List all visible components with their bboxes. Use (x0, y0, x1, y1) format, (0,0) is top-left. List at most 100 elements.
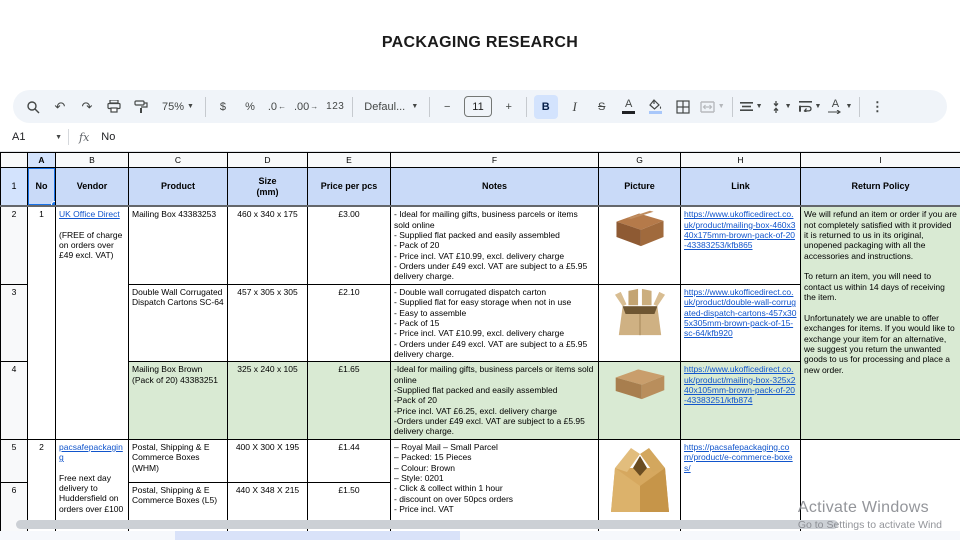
vendor-link[interactable]: UK Office Direct (59, 209, 120, 219)
horizontal-align-button[interactable]: ▼ (739, 95, 763, 119)
increase-font-size-button[interactable]: + (499, 95, 519, 119)
cell-notes[interactable]: - Double wall corrugated dispatch carton… (390, 283, 599, 363)
cell-picture[interactable] (598, 438, 681, 532)
header-cell-no[interactable]: No (27, 167, 56, 208)
text-wrap-button[interactable]: ▼ (798, 95, 821, 119)
cell-product[interactable]: Double Wall Corrugated Dispatch Cartons … (128, 283, 228, 363)
sheet-tab-highlight[interactable] (175, 531, 460, 540)
cell-size[interactable]: 460 x 340 x 175 (227, 205, 308, 285)
text-color-button[interactable]: A (619, 95, 639, 119)
row-header-5[interactable]: 5 (0, 438, 28, 483)
paint-bucket-icon (649, 99, 663, 114)
cell-return-policy[interactable] (800, 438, 960, 532)
product-link[interactable]: https://www.ukofficedirect.co.uk/product… (684, 209, 796, 250)
italic-button[interactable]: I (565, 95, 585, 119)
cell-return-policy[interactable]: We will refund an item or order if you a… (800, 205, 960, 440)
column-header-e[interactable]: E (307, 152, 391, 169)
cell-picture[interactable] (598, 205, 681, 285)
zoom-value: 75% (162, 100, 185, 113)
cell-link[interactable]: https://pacsafepackaging.com/product/e-c… (680, 438, 801, 532)
cell-picture[interactable] (598, 361, 681, 440)
text-rotation-icon: A (828, 99, 842, 114)
cell-notes[interactable]: - Ideal for mailing gifts, business parc… (390, 205, 599, 285)
select-all-corner[interactable] (0, 152, 28, 169)
column-header-i[interactable]: I (800, 152, 960, 169)
cell-notes[interactable]: – Royal Mail – Small Parcel – Packed: 15… (390, 438, 599, 532)
header-cell-size[interactable]: Size (mm) (227, 167, 308, 208)
merge-cells-button[interactable]: ▼ (699, 95, 725, 119)
cell-price[interactable]: £1.44 (307, 438, 391, 483)
text-rotation-button[interactable]: A ▼ (828, 95, 852, 119)
formula-input[interactable]: No (101, 131, 115, 143)
column-header-c[interactable]: C (128, 152, 228, 169)
fill-color-button[interactable] (646, 95, 666, 119)
cell-product[interactable]: Postal, Shipping & E Commerce Boxes (WHM… (128, 438, 228, 483)
name-box[interactable]: A1 ▼ (0, 131, 62, 143)
cell-picture[interactable] (598, 283, 681, 363)
fill-handle[interactable] (51, 201, 55, 205)
format-currency-button[interactable]: $ (213, 95, 233, 119)
vertical-align-button[interactable]: ▼ (770, 95, 792, 119)
product-link[interactable]: https://www.ukofficedirect.co.uk/product… (684, 364, 796, 405)
header-cell-price[interactable]: Price per pcs (307, 167, 391, 208)
increase-decimal-button[interactable]: .00 → (294, 95, 318, 119)
column-header-a[interactable]: A (27, 152, 56, 169)
cell-link[interactable]: https://www.ukofficedirect.co.uk/product… (680, 361, 801, 440)
cell-link[interactable]: https://www.ukofficedirect.co.uk/product… (680, 283, 801, 363)
row-header-2[interactable]: 2 (0, 205, 28, 285)
row-header-3[interactable]: 3 (0, 283, 28, 363)
format-percent-button[interactable]: % (240, 95, 260, 119)
header-cell-link[interactable]: Link (680, 167, 801, 208)
cell-size[interactable]: 325 x 240 x 105 (227, 361, 308, 440)
column-header-b[interactable]: B (55, 152, 129, 169)
column-header-d[interactable]: D (227, 152, 308, 169)
undo-button[interactable]: ↶ (50, 95, 70, 119)
font-select[interactable]: Defaul... ▼ (360, 95, 422, 119)
row-header-4[interactable]: 4 (0, 361, 28, 440)
merge-cells-icon (699, 100, 715, 113)
cell-no-2[interactable]: 2 (27, 438, 56, 532)
cell-price[interactable]: £3.00 (307, 205, 391, 285)
cell-notes[interactable]: -Ideal for mailing gifts, business parce… (390, 361, 599, 440)
chevron-down-icon: ▼ (411, 103, 419, 110)
cell-vendor-2[interactable]: pacsafepackaging Free next day delivery … (55, 438, 129, 532)
more-options-button[interactable]: ⋮ (867, 95, 887, 119)
cell-vendor-1[interactable]: UK Office Direct (FREE of charge on orde… (55, 205, 129, 440)
cell-price[interactable]: £2.10 (307, 283, 391, 363)
product-link[interactable]: https://pacsafepackaging.com/product/e-c… (684, 442, 793, 473)
decrease-font-size-button[interactable]: − (437, 95, 457, 119)
cell-product[interactable]: Mailing Box 43383253 (128, 205, 228, 285)
header-cell-product[interactable]: Product (128, 167, 228, 208)
print-button[interactable] (104, 95, 124, 119)
cell-size[interactable]: 400 X 300 X 195 (227, 438, 308, 483)
horizontal-scrollbar-thumb[interactable] (16, 520, 838, 529)
vendor-note: (FREE of charge on orders over £49 excl.… (59, 229, 123, 261)
zoom-select[interactable]: 75% ▼ (158, 95, 198, 119)
redo-button[interactable]: ↷ (77, 95, 97, 119)
cell-price[interactable]: £1.65 (307, 361, 391, 440)
paint-format-button[interactable] (131, 95, 151, 119)
column-header-g[interactable]: G (598, 152, 681, 169)
column-header-f[interactable]: F (390, 152, 599, 169)
font-size-input[interactable]: 11 (464, 96, 492, 117)
bold-button[interactable]: B (533, 94, 558, 119)
cell-link[interactable]: https://www.ukofficedirect.co.uk/product… (680, 205, 801, 285)
decrease-decimal-button[interactable]: .0 ← (267, 95, 287, 119)
search-button[interactable] (23, 95, 43, 119)
strikethrough-button[interactable]: S (592, 95, 612, 119)
paint-roller-icon (134, 99, 148, 114)
cell-no-1[interactable]: 1 (27, 205, 56, 440)
header-cell-notes[interactable]: Notes (390, 167, 599, 208)
borders-button[interactable] (673, 95, 693, 119)
cell-size[interactable]: 457 x 305 x 305 (227, 283, 308, 363)
print-icon (107, 100, 121, 113)
row-header-1[interactable]: 1 (0, 167, 28, 208)
column-header-h[interactable]: H (680, 152, 801, 169)
number-format-button[interactable]: 123 (325, 95, 345, 119)
cell-product[interactable]: Mailing Box Brown (Pack of 20) 43383251 (128, 361, 228, 440)
header-cell-vendor[interactable]: Vendor (55, 167, 129, 208)
product-link[interactable]: https://www.ukofficedirect.co.uk/product… (684, 287, 796, 338)
header-cell-picture[interactable]: Picture (598, 167, 681, 208)
header-cell-return-policy[interactable]: Return Policy (800, 167, 960, 208)
vendor-link[interactable]: pacsafepackaging (59, 442, 123, 462)
